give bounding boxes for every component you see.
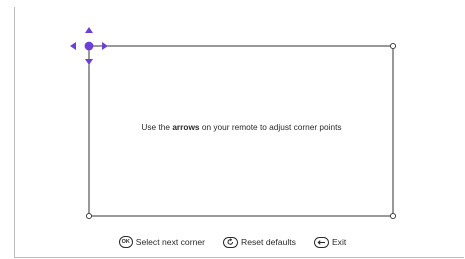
corner-handle-top-left-active[interactable] [84,41,94,51]
corner-handle-top-right[interactable] [389,42,397,50]
exit-button[interactable]: Exit [313,236,347,248]
instruction-suffix: on your remote to adjust corner points [199,122,342,132]
exit-label: Exit [331,237,347,247]
instruction-bold: arrows [172,122,200,132]
reset-icon [223,236,238,248]
select-next-corner-button[interactable]: OK Select next corner [118,236,205,248]
ok-key-icon: OK [118,236,133,248]
select-next-corner-label: Select next corner [135,237,205,247]
reset-defaults-button[interactable]: Reset defaults [223,236,296,248]
corner-handle-bottom-left[interactable] [85,212,93,220]
instruction-text: Use the arrows on your remote to adjust … [90,122,393,132]
back-arrow-icon [313,236,329,248]
footer-hints: OK Select next corner Reset defaults Exi… [0,235,465,249]
instruction-prefix: Use the [141,122,173,132]
reset-defaults-label: Reset defaults [241,237,296,247]
corner-handle-bottom-right[interactable] [389,212,397,220]
